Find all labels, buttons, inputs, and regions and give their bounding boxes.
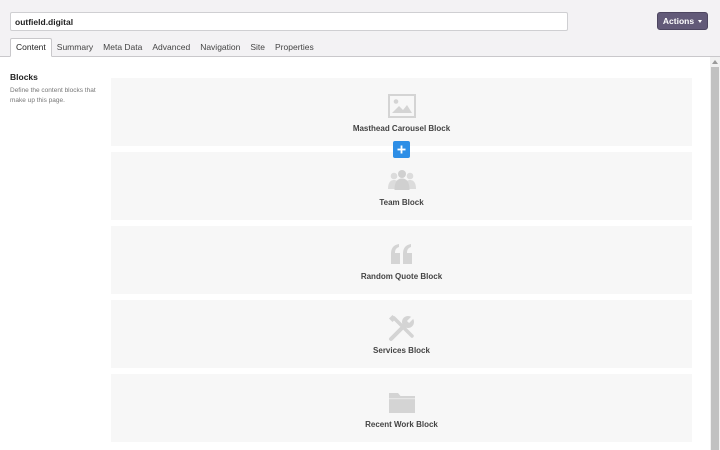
actions-button[interactable]: Actions bbox=[657, 12, 708, 30]
page-title-input[interactable] bbox=[10, 12, 568, 31]
block-label: Random Quote Block bbox=[360, 272, 443, 281]
tab-properties[interactable]: Properties bbox=[270, 39, 319, 56]
section-title: Blocks bbox=[10, 72, 38, 82]
block-list: Masthead Carousel Block Team Block Rando… bbox=[111, 78, 692, 448]
tab-site[interactable]: Site bbox=[245, 39, 270, 56]
tab-content[interactable]: Content bbox=[10, 38, 52, 57]
tools-icon bbox=[387, 314, 417, 341]
tab-navigation[interactable]: Navigation bbox=[195, 39, 245, 56]
tab-bar: Content Summary Meta Data Advanced Navig… bbox=[10, 38, 319, 57]
block-label: Team Block bbox=[379, 198, 424, 207]
block-item-recent-work[interactable]: Recent Work Block bbox=[111, 374, 692, 442]
users-icon bbox=[387, 167, 417, 193]
block-label: Services Block bbox=[373, 346, 430, 355]
block-label: Recent Work Block bbox=[365, 420, 438, 429]
quote-icon bbox=[387, 241, 417, 267]
tab-summary[interactable]: Summary bbox=[52, 39, 98, 56]
tab-advanced[interactable]: Advanced bbox=[147, 39, 195, 56]
block-item-services[interactable]: Services Block bbox=[111, 300, 692, 368]
block-item-masthead-carousel[interactable]: Masthead Carousel Block bbox=[111, 78, 692, 146]
section-info: Blocks Define the content blocks that ma… bbox=[10, 72, 100, 106]
block-item-random-quote[interactable]: Random Quote Block bbox=[111, 226, 692, 294]
vertical-scrollbar[interactable] bbox=[710, 57, 720, 450]
actions-button-label: Actions bbox=[662, 16, 695, 26]
page-header: Actions Content Summary Meta Data Advanc… bbox=[0, 0, 720, 57]
caret-down-icon bbox=[698, 19, 703, 23]
tab-meta-data[interactable]: Meta Data bbox=[98, 39, 147, 56]
section-description: Define the content blocks that make up t… bbox=[10, 87, 96, 104]
plus-icon bbox=[397, 145, 406, 154]
block-item-team[interactable]: Team Block bbox=[111, 152, 692, 220]
scrollbar-thumb[interactable] bbox=[711, 67, 719, 450]
folder-icon bbox=[387, 389, 417, 415]
block-label: Masthead Carousel Block bbox=[352, 124, 451, 133]
scroll-up-arrow-icon[interactable] bbox=[712, 60, 718, 64]
image-icon bbox=[387, 93, 417, 119]
add-block-button[interactable] bbox=[393, 141, 410, 158]
